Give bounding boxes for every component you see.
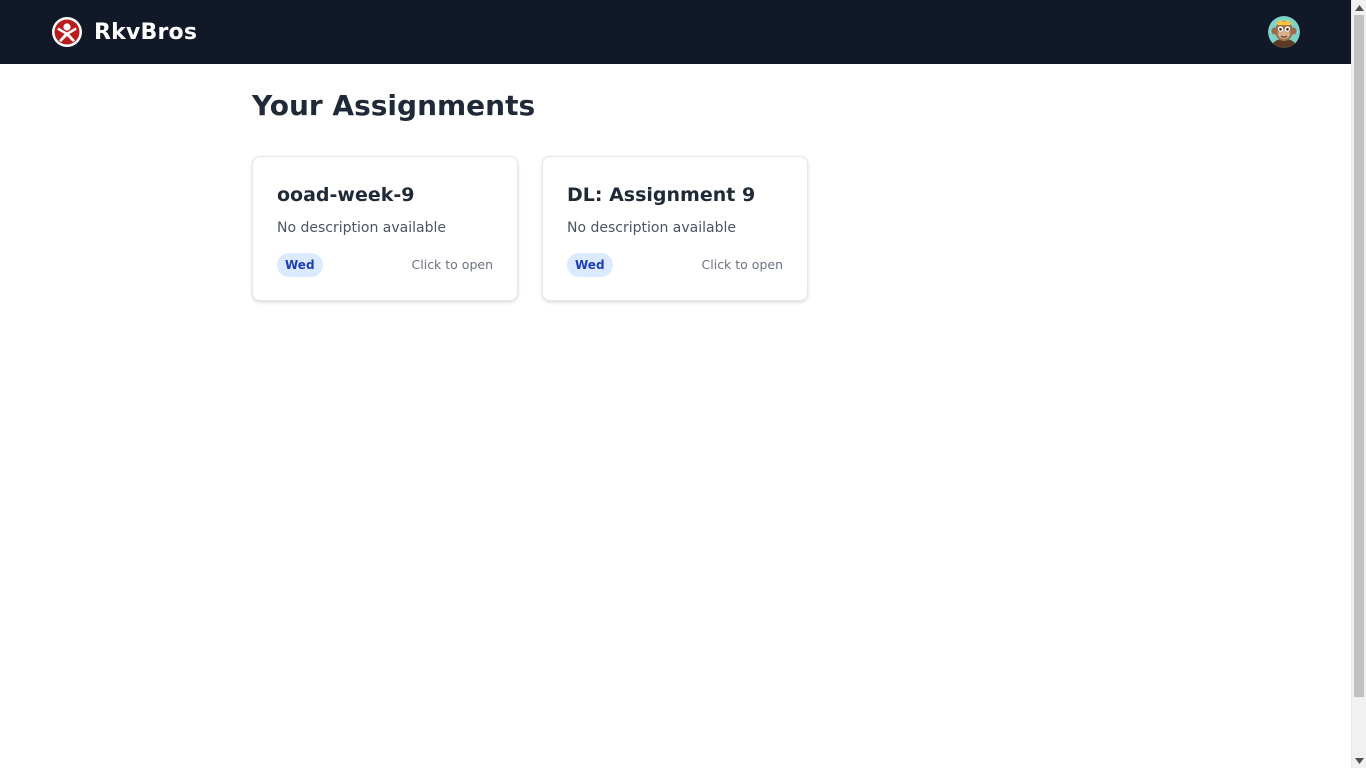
page-title: Your Assignments — [252, 89, 536, 122]
assignment-description: No description available — [567, 220, 736, 236]
day-badge: Wed — [567, 253, 613, 277]
brand-name: RkvBros — [94, 19, 198, 45]
avatar-image — [1268, 16, 1300, 48]
top-navbar: RkvBros — [0, 0, 1351, 64]
click-to-open-hint: Click to open — [411, 257, 493, 272]
page: RkvBros Your Assignments ooad-week-9 No … — [0, 0, 1351, 768]
click-to-open-hint: Click to open — [701, 257, 783, 272]
assignment-title: ooad-week-9 — [277, 184, 415, 206]
vertical-scrollbar[interactable] — [1351, 0, 1366, 768]
scrollbar-thumb[interactable] — [1354, 15, 1364, 697]
rkvbros-logo-icon — [52, 17, 82, 47]
assignment-card[interactable]: ooad-week-9 No description available Wed… — [252, 156, 518, 301]
day-badge: Wed — [277, 253, 323, 277]
assignment-card[interactable]: DL: Assignment 9 No description availabl… — [542, 156, 808, 301]
scroll-down-arrow-icon[interactable] — [1352, 753, 1366, 768]
assignment-description: No description available — [277, 220, 446, 236]
assignment-title: DL: Assignment 9 — [567, 184, 756, 206]
brand-home-link[interactable]: RkvBros — [52, 16, 197, 48]
scroll-up-arrow-icon[interactable] — [1352, 0, 1366, 15]
user-avatar[interactable] — [1268, 16, 1300, 48]
